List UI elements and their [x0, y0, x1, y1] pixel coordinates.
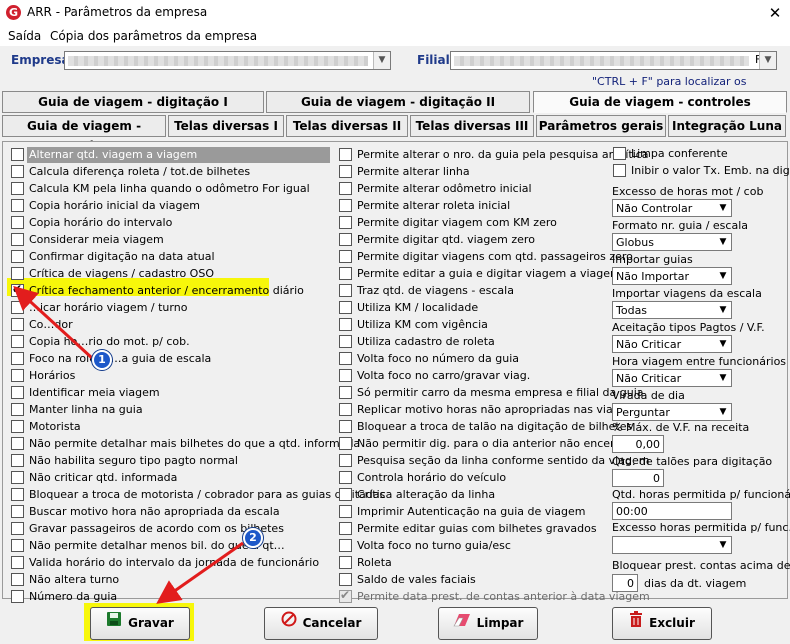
annotation-badge-1: 1 [92, 350, 112, 370]
arrow-to-critica-fechamento [13, 285, 94, 360]
arrow-to-gravar [156, 541, 244, 604]
annotation-arrows [13, 285, 244, 604]
annotation-badge-2: 2 [243, 528, 263, 548]
